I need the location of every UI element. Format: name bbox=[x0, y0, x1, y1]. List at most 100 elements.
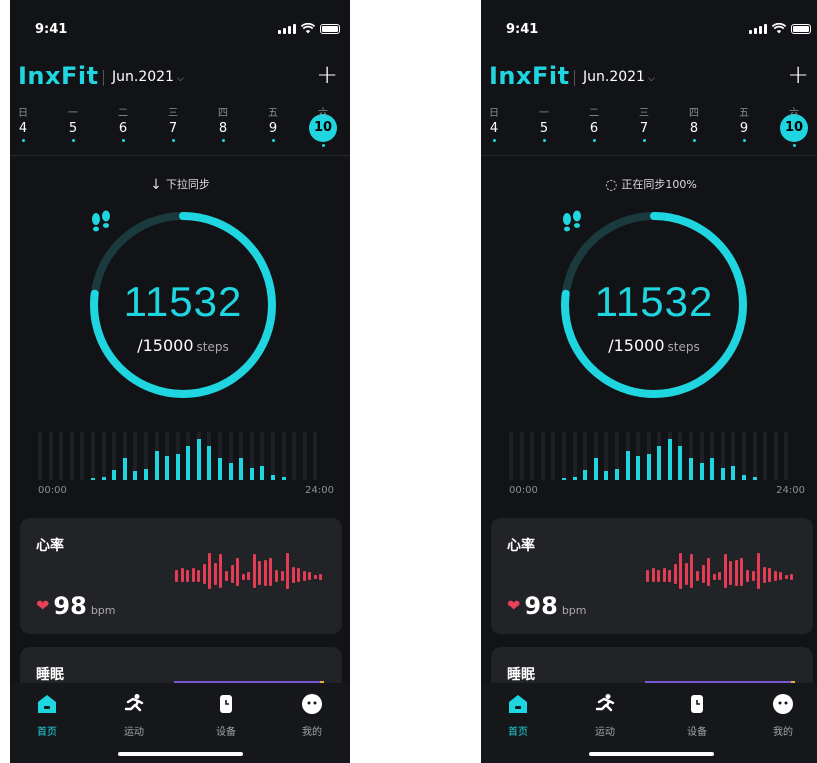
hour-bar-track bbox=[530, 432, 535, 480]
heart-rate-bar bbox=[180, 568, 184, 583]
day-5[interactable]: 一5 bbox=[529, 104, 559, 142]
activity-dot bbox=[692, 139, 696, 142]
activity-dot bbox=[21, 139, 25, 142]
day-7[interactable]: 三7 bbox=[158, 104, 188, 142]
hour-bar-track bbox=[763, 432, 768, 480]
tab-profile[interactable]: 我的 bbox=[287, 693, 337, 738]
day-7[interactable]: 三7 bbox=[629, 104, 659, 142]
chevron-down-icon: ⌵ bbox=[176, 74, 184, 84]
weekday-label: 三 bbox=[168, 108, 178, 119]
hour-bar bbox=[689, 458, 694, 480]
hour-bar bbox=[112, 470, 117, 480]
activity-dot bbox=[492, 139, 496, 142]
day-5[interactable]: 一5 bbox=[58, 104, 88, 142]
step-progress-ring[interactable]: 11532 /15000 steps bbox=[559, 210, 749, 400]
heart-rate-bar bbox=[208, 552, 212, 589]
day-number: 7 bbox=[639, 121, 649, 136]
hour-bar bbox=[636, 456, 641, 480]
day-9[interactable]: 五9 bbox=[729, 104, 759, 142]
activity-dot bbox=[121, 139, 125, 142]
heart-rate-bar bbox=[701, 565, 705, 584]
tab-bar: 首页 运动 设备 我的 bbox=[10, 683, 350, 763]
heart-rate-bar bbox=[291, 566, 295, 583]
week-strip: 日 4 一 5 二 6 三 7 四 8 五 9 六 10 bbox=[481, 104, 817, 150]
tab-sports[interactable]: 运动 bbox=[580, 693, 630, 738]
heart-rate-bar bbox=[757, 552, 761, 589]
footprints-icon bbox=[563, 210, 581, 232]
heart-rate-bar bbox=[186, 569, 190, 582]
home-indicator bbox=[118, 752, 243, 756]
axis-start-label: 00:00 bbox=[38, 485, 67, 496]
heart-rate-bar bbox=[302, 571, 306, 581]
activity-dot bbox=[71, 139, 75, 142]
hour-bar bbox=[101, 477, 106, 480]
sync-status: ↓ 下拉同步 bbox=[10, 176, 350, 193]
watch-icon bbox=[220, 695, 232, 713]
day-8[interactable]: 四8 bbox=[679, 104, 709, 142]
hour-bar-track bbox=[742, 432, 747, 480]
weekday-label: 一 bbox=[68, 108, 78, 119]
day-6[interactable]: 二6 bbox=[579, 104, 609, 142]
add-button[interactable]: + bbox=[316, 60, 338, 90]
hour-bar bbox=[604, 471, 609, 480]
step-count: 11532 bbox=[594, 278, 714, 325]
hour-bar-track bbox=[313, 432, 318, 480]
watch-icon bbox=[691, 695, 703, 713]
heart-rate-card[interactable]: 心率 ❤ 98 bpm bbox=[20, 518, 342, 634]
hour-bar bbox=[657, 446, 662, 480]
month-selector[interactable]: Jun.2021 ⌵ bbox=[112, 69, 184, 85]
step-progress-ring[interactable]: 11532 /15000 steps bbox=[88, 210, 278, 400]
month-selector[interactable]: Jun.2021 ⌵ bbox=[583, 69, 655, 85]
day-4[interactable]: 日4 bbox=[10, 104, 38, 142]
day-4[interactable]: 日4 bbox=[481, 104, 509, 142]
axis-start-label: 00:00 bbox=[509, 485, 538, 496]
heart-rate-bar bbox=[690, 554, 694, 589]
running-icon bbox=[595, 694, 615, 712]
tab-home[interactable]: 首页 bbox=[493, 693, 543, 738]
heart-rate-bar bbox=[213, 562, 217, 585]
day-6[interactable]: 二6 bbox=[108, 104, 138, 142]
hour-bar bbox=[742, 475, 747, 480]
heart-rate-bar bbox=[790, 573, 794, 580]
hour-bar bbox=[154, 451, 159, 480]
month-label: Jun.2021 bbox=[583, 69, 645, 85]
heart-rate-bar bbox=[779, 572, 783, 581]
hourly-steps-chart bbox=[38, 430, 324, 480]
heart-rate-bar bbox=[275, 569, 278, 582]
activity-dot bbox=[271, 139, 275, 142]
hour-bar-track bbox=[561, 432, 566, 480]
tab-devices[interactable]: 设备 bbox=[672, 693, 722, 738]
heart-rate-bar bbox=[673, 564, 677, 584]
wifi-icon bbox=[301, 23, 315, 34]
tab-sports-label: 运动 bbox=[124, 727, 144, 738]
hour-bar bbox=[249, 468, 254, 480]
sleep-title: 睡眠 bbox=[507, 667, 535, 683]
activity-dot bbox=[171, 139, 175, 142]
add-button[interactable]: + bbox=[787, 60, 809, 90]
tab-home[interactable]: 首页 bbox=[22, 693, 72, 738]
day-10[interactable]: 六 10 bbox=[779, 104, 809, 147]
hour-bar bbox=[625, 451, 630, 480]
weekday-label: 五 bbox=[739, 108, 749, 119]
day-number: 8 bbox=[689, 121, 699, 136]
heart-rate-bar bbox=[202, 564, 206, 584]
day-8[interactable]: 四8 bbox=[208, 104, 238, 142]
hour-bar bbox=[228, 463, 233, 480]
hour-bar bbox=[271, 475, 276, 480]
hour-bar bbox=[720, 468, 725, 480]
day-10[interactable]: 六 10 bbox=[308, 104, 338, 147]
day-number: 8 bbox=[218, 121, 228, 136]
tab-profile[interactable]: 我的 bbox=[758, 693, 808, 738]
tab-sports[interactable]: 运动 bbox=[109, 693, 159, 738]
activity-dot bbox=[321, 144, 325, 147]
month-label: Jun.2021 bbox=[112, 69, 174, 85]
hour-bar bbox=[731, 465, 736, 480]
heart-rate-card[interactable]: 心率 ❤ 98 bpm bbox=[491, 518, 813, 634]
day-number: 5 bbox=[68, 121, 78, 136]
day-9[interactable]: 五9 bbox=[258, 104, 288, 142]
day-number: 5 bbox=[539, 121, 549, 136]
phone-screen-left: 9:41 InxFit Jun.2021 ⌵ + 日 4 一 5 二 6 三 7 四 8 五 9 六 10 … bbox=[10, 0, 350, 763]
hour-bar-track bbox=[773, 432, 778, 480]
hour-bar bbox=[678, 446, 683, 480]
tab-devices[interactable]: 设备 bbox=[201, 693, 251, 738]
